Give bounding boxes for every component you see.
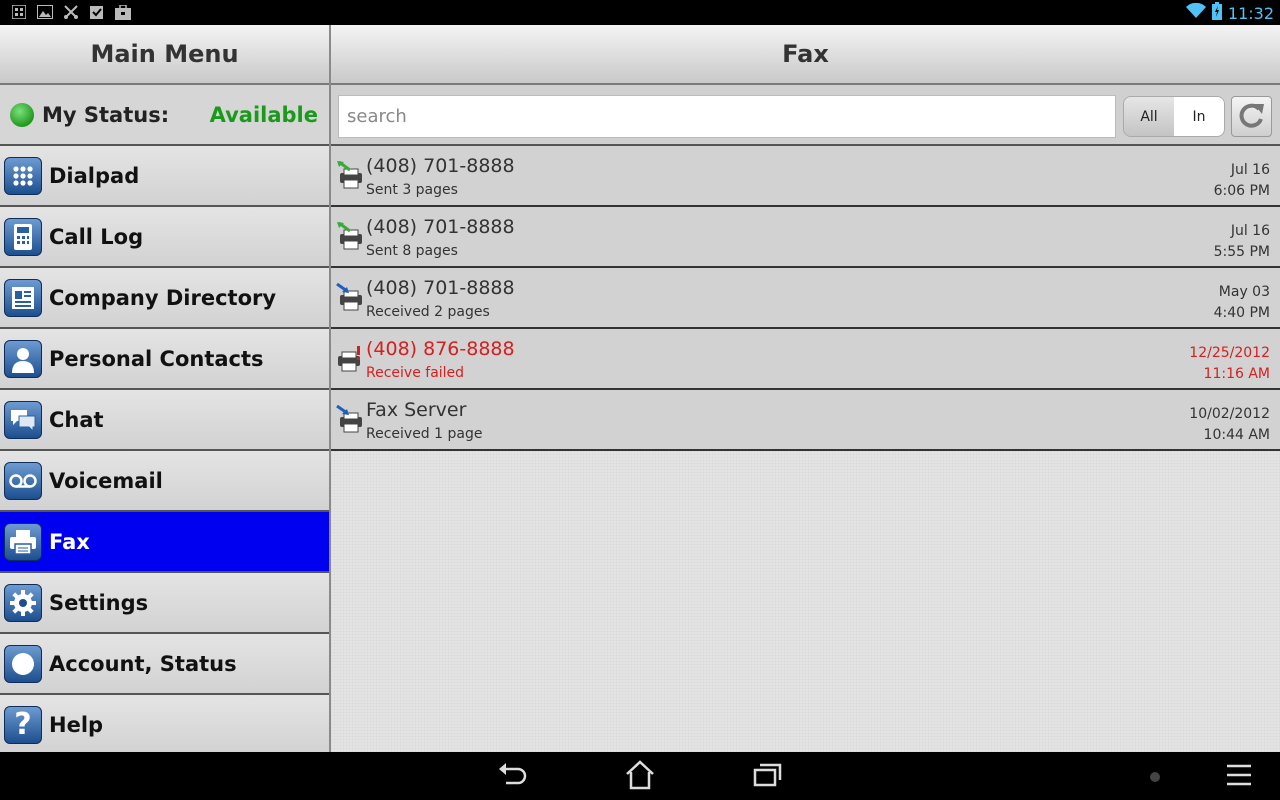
fax-status: Received 1 page	[366, 426, 483, 442]
fax-date: 12/25/2012	[1189, 345, 1270, 361]
status-label: My Status:	[42, 102, 170, 127]
fax-status: Receive failed	[366, 365, 465, 381]
menu-item-fax[interactable]: Fax	[0, 512, 329, 573]
my-status-row[interactable]: My Status: Available	[0, 85, 329, 146]
clock: 11:32	[1227, 3, 1274, 23]
page-title: Fax	[782, 40, 829, 68]
filter-in-button[interactable]: In	[1174, 97, 1224, 136]
menu-label: Voicemail	[49, 468, 163, 493]
menu-label: Chat	[49, 407, 104, 432]
fax-list-item[interactable]: (408) 701-8888 Received 2 pages May 03 4…	[331, 268, 1280, 329]
home-button[interactable]	[623, 760, 657, 794]
fax-list-item[interactable]: (408) 701-8888 Sent 3 pages Jul 16 6:06 …	[331, 146, 1280, 207]
sidebar-title: Main Menu	[90, 40, 239, 68]
dialpad-icon	[4, 156, 42, 195]
fax-number: (408) 701-8888	[366, 277, 515, 299]
filter-segmented-control: All In	[1123, 96, 1225, 137]
refresh-icon	[1237, 101, 1267, 133]
battery-charging-icon	[1211, 2, 1222, 24]
system-nav-bar	[0, 752, 1280, 800]
menu-item-personal-contacts[interactable]: Personal Contacts	[0, 329, 329, 390]
menu-item-company-directory[interactable]: Company Directory	[0, 268, 329, 329]
menu-label: Fax	[49, 529, 90, 554]
fax-sent-icon	[336, 221, 364, 250]
system-icons: 11:32	[1185, 2, 1274, 24]
fax-time: 6:06 PM	[1213, 183, 1270, 199]
call-log-icon	[4, 217, 42, 256]
voicemail-icon	[4, 461, 42, 500]
fax-icon	[4, 522, 42, 561]
fax-date: May 03	[1218, 284, 1270, 300]
status-value: Available	[209, 102, 318, 127]
menu-item-settings[interactable]: Settings	[0, 573, 329, 634]
menu-item-chat[interactable]: Chat	[0, 390, 329, 451]
menu-icon	[1226, 763, 1252, 791]
fax-date: 10/02/2012	[1189, 406, 1270, 422]
menu-label: Personal Contacts	[49, 346, 264, 371]
fax-list-item[interactable]: (408) 701-8888 Sent 8 pages Jul 16 5:55 …	[331, 207, 1280, 268]
search-input[interactable]	[338, 95, 1116, 138]
briefcase-icon	[114, 4, 131, 20]
notification-icons	[10, 4, 131, 20]
status-dot	[1138, 762, 1172, 792]
fax-sent-icon	[336, 160, 364, 189]
fax-number: (408) 701-8888	[366, 216, 515, 238]
main-header: Fax	[331, 25, 1280, 85]
fax-time: 10:44 AM	[1203, 427, 1270, 443]
menu-item-dialpad[interactable]: Dialpad	[0, 146, 329, 207]
menu-label: Help	[49, 712, 104, 737]
menu-item-call-log[interactable]: Call Log	[0, 207, 329, 268]
tools-icon	[62, 4, 79, 20]
fax-status: Sent 8 pages	[366, 243, 458, 259]
sidebar-header: Main Menu	[0, 25, 329, 85]
fax-number: (408) 701-8888	[366, 155, 515, 177]
recent-apps-button[interactable]	[751, 762, 785, 792]
chat-icon	[4, 400, 42, 439]
menu-label: Call Log	[49, 224, 144, 249]
fax-number: Fax Server	[366, 399, 467, 421]
home-icon	[624, 760, 656, 794]
filter-all-button[interactable]: All	[1124, 97, 1174, 136]
clipboard-check-icon	[88, 4, 105, 20]
menu-label: Settings	[49, 590, 149, 615]
help-icon: ?	[4, 705, 42, 744]
fax-panel: Fax All In (408) 701-8888 Sent 3 pages J…	[331, 25, 1280, 752]
person-icon	[4, 339, 42, 378]
company-directory-icon	[4, 278, 42, 317]
image-icon	[36, 4, 53, 20]
menu-label: Dialpad	[49, 163, 140, 188]
fax-date: Jul 16	[1230, 162, 1270, 178]
back-button[interactable]	[495, 762, 529, 792]
fax-failed-icon	[336, 344, 364, 372]
wifi-icon	[1185, 2, 1206, 23]
fax-received-icon	[336, 282, 364, 311]
fax-received-icon	[336, 404, 364, 433]
refresh-button[interactable]	[1231, 96, 1272, 137]
fax-toolbar: All In	[331, 85, 1280, 146]
grid-icon	[10, 4, 27, 20]
menu-item-voicemail[interactable]: Voicemail	[0, 451, 329, 512]
menu-label: Company Directory	[49, 285, 277, 310]
account-status-icon	[4, 644, 42, 683]
back-icon	[496, 761, 528, 793]
main-menu-sidebar: Main Menu My Status: Available Dialpad C…	[0, 25, 331, 756]
fax-time: 5:55 PM	[1213, 244, 1270, 260]
menu-item-account-status[interactable]: Account, Status	[0, 634, 329, 695]
fax-time: 4:40 PM	[1213, 305, 1270, 321]
dot-icon	[1149, 768, 1161, 787]
fax-list-item[interactable]: Fax Server Received 1 page 10/02/2012 10…	[331, 390, 1280, 451]
status-indicator-icon	[10, 102, 34, 127]
fax-status: Received 2 pages	[366, 304, 490, 320]
recent-apps-icon	[752, 761, 784, 793]
fax-date: Jul 16	[1230, 223, 1270, 239]
gear-icon	[4, 583, 42, 622]
status-bar: 11:32	[0, 0, 1280, 25]
fax-status: Sent 3 pages	[366, 182, 458, 198]
fax-list-item[interactable]: (408) 876-8888 Receive failed 12/25/2012…	[331, 329, 1280, 390]
overflow-menu-button[interactable]	[1222, 762, 1256, 792]
menu-label: Account, Status	[49, 651, 237, 676]
fax-number: (408) 876-8888	[366, 338, 515, 360]
menu-item-help[interactable]: ? Help	[0, 695, 329, 756]
fax-time: 11:16 AM	[1203, 366, 1270, 382]
